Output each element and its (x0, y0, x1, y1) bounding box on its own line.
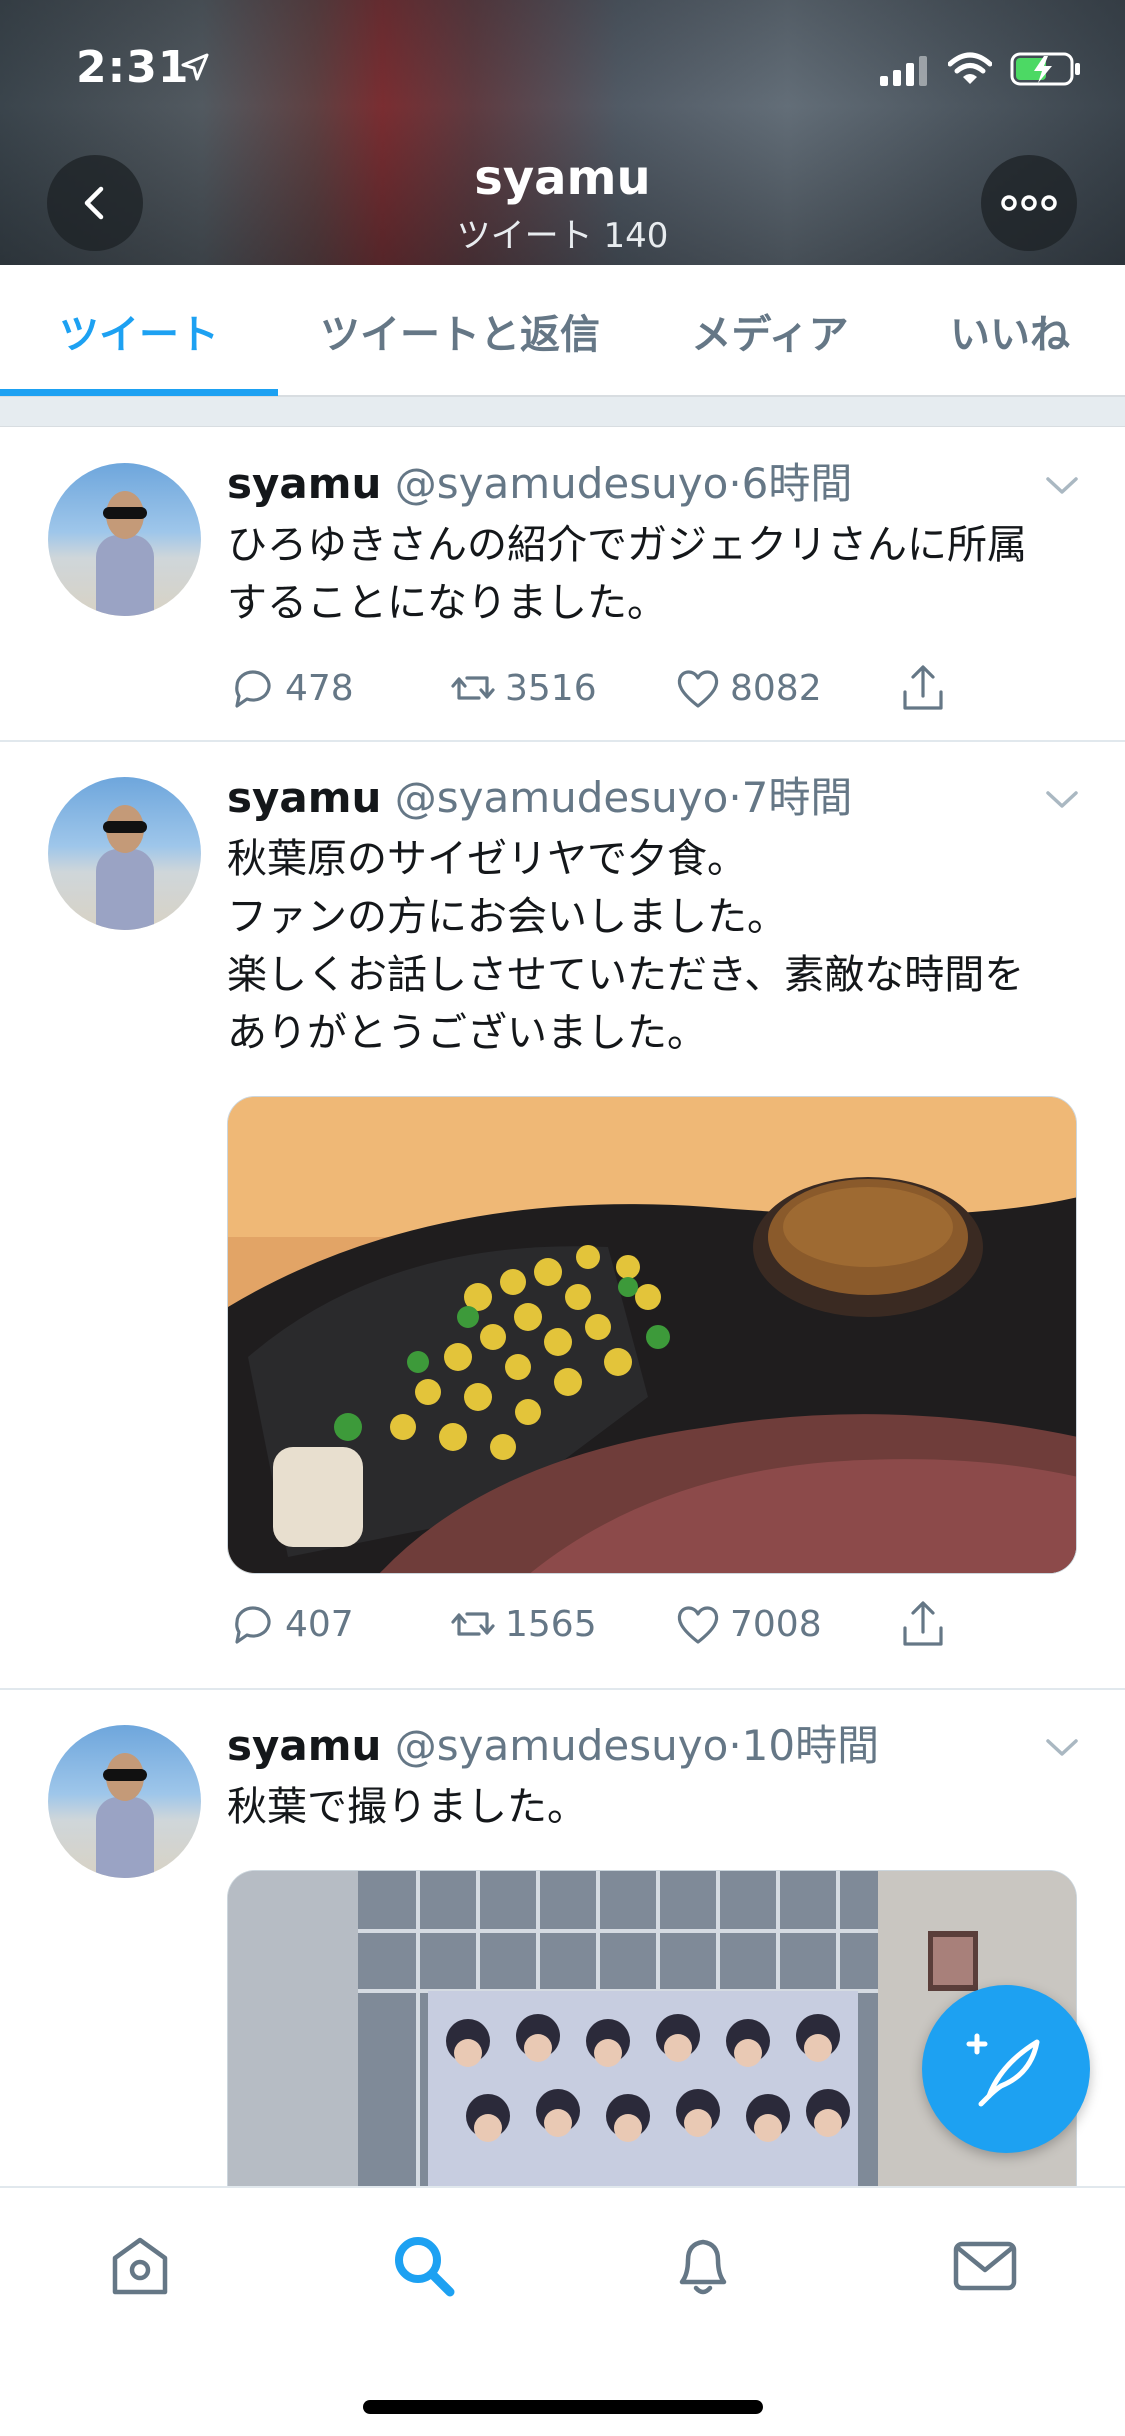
like-button[interactable]: 8082 (672, 658, 822, 718)
retweet-count: 1565 (505, 1603, 597, 1645)
battery-charging-icon (1010, 52, 1080, 86)
tweet-author-name[interactable]: syamu (227, 459, 381, 508)
tweet-author-handle: @syamudesuyo (394, 1721, 729, 1770)
tweet-photo[interactable] (227, 1096, 1077, 1574)
profile-name-title: syamu (474, 150, 651, 206)
tweet-header: syamu @syamudesuyo·10時間 (227, 1712, 879, 1773)
notifications-bell-icon[interactable] (668, 2230, 738, 2300)
chevron-down-icon[interactable] (1042, 784, 1082, 814)
share-button[interactable] (897, 1594, 955, 1654)
compose-feather-icon (966, 2033, 1040, 2107)
more-dots-icon (1001, 195, 1057, 211)
more-options-button[interactable] (981, 155, 1077, 251)
profile-nav: syamu ツイート 140 (0, 130, 1125, 265)
tweet-author-name[interactable]: syamu (227, 773, 381, 822)
tab-tweets[interactable]: ツイート (0, 265, 278, 397)
retweet-button[interactable]: 3516 (447, 658, 597, 718)
heart-icon (677, 1606, 719, 1644)
status-time: 2:31 (76, 42, 190, 93)
search-icon[interactable] (388, 2230, 458, 2300)
reply-count: 478 (285, 667, 354, 709)
tab-likes[interactable]: いいね (920, 265, 1100, 397)
profile-header: 2:31 syamu ツイート 140 (0, 0, 1125, 265)
reply-icon (235, 1606, 271, 1644)
tweet-item[interactable]: syamu @syamudesuyo·7時間 秋葉原のサイゼリヤで夕食。 ファン… (0, 742, 1125, 1690)
heart-icon (677, 670, 719, 708)
tweet-header: syamu @syamudesuyo·6時間 (227, 450, 852, 511)
tweet-author-name[interactable]: syamu (227, 1721, 381, 1770)
tweet-text: ひろゆきさんの紹介でガジェクリさんに所属 することになりました。 (227, 522, 1027, 626)
retweet-button[interactable]: 1565 (447, 1594, 597, 1654)
steak-photo-image (228, 1097, 1076, 1573)
reply-button[interactable]: 407 (227, 1594, 354, 1654)
share-icon (903, 665, 943, 710)
compose-tweet-button[interactable] (922, 1985, 1090, 2153)
like-count: 7008 (730, 1603, 822, 1645)
tab-tweets-and-replies[interactable]: ツイートと返信 (300, 265, 620, 397)
avatar[interactable] (48, 1725, 201, 1878)
like-count: 8082 (730, 667, 822, 709)
retweet-count: 3516 (505, 667, 597, 709)
tweet-header: syamu @syamudesuyo·7時間 (227, 764, 852, 825)
reply-count: 407 (285, 1603, 354, 1645)
tweet-count-subtitle: ツイート 140 (456, 216, 669, 256)
section-divider (0, 397, 1125, 427)
tweet-text: 秋葉原のサイゼリヤで夕食。 ファンの方にお会いしました。 楽しくお話しさせていた… (227, 836, 1025, 1056)
bottom-tab-bar (0, 2186, 1125, 2436)
reply-icon (235, 670, 271, 708)
tweet-actions: 407 1565 7008 (227, 1594, 987, 1654)
retweet-icon (451, 676, 495, 700)
home-indicator-bar[interactable] (363, 2400, 763, 2414)
tweet-text: 秋葉で撮りました。 (227, 1784, 587, 1830)
avatar[interactable] (48, 777, 201, 930)
tweet-timestamp: ·6時間 (728, 459, 853, 508)
tweet-actions: 478 3516 8082 (227, 658, 987, 718)
reply-button[interactable]: 478 (227, 658, 354, 718)
share-icon (903, 1601, 943, 1646)
active-tab-indicator (0, 389, 278, 396)
tweet-item[interactable]: syamu @syamudesuyo·6時間 ひろゆきさんの紹介でガジェクリさん… (0, 428, 1125, 742)
tweet-author-handle: @syamudesuyo (394, 773, 729, 822)
tweet-author-handle: @syamudesuyo (394, 459, 729, 508)
home-icon[interactable] (105, 2230, 175, 2300)
like-button[interactable]: 7008 (672, 1594, 822, 1654)
location-arrow-icon (181, 53, 209, 81)
tab-media[interactable]: メディア (665, 265, 875, 397)
chevron-down-icon[interactable] (1042, 470, 1082, 500)
avatar[interactable] (48, 463, 201, 616)
wifi-icon (948, 52, 992, 84)
share-button[interactable] (897, 658, 955, 718)
tweet-timestamp: ·10時間 (728, 1721, 880, 1770)
messages-mail-icon[interactable] (950, 2230, 1020, 2300)
retweet-icon (451, 1612, 495, 1636)
tweet-timestamp: ·7時間 (728, 773, 853, 822)
profile-tabs: ツイート ツイートと返信 メディア いいね (0, 265, 1125, 397)
chevron-down-icon[interactable] (1042, 1732, 1082, 1762)
cellular-signal-icon (880, 56, 927, 86)
status-bar: 2:31 (0, 0, 1125, 130)
